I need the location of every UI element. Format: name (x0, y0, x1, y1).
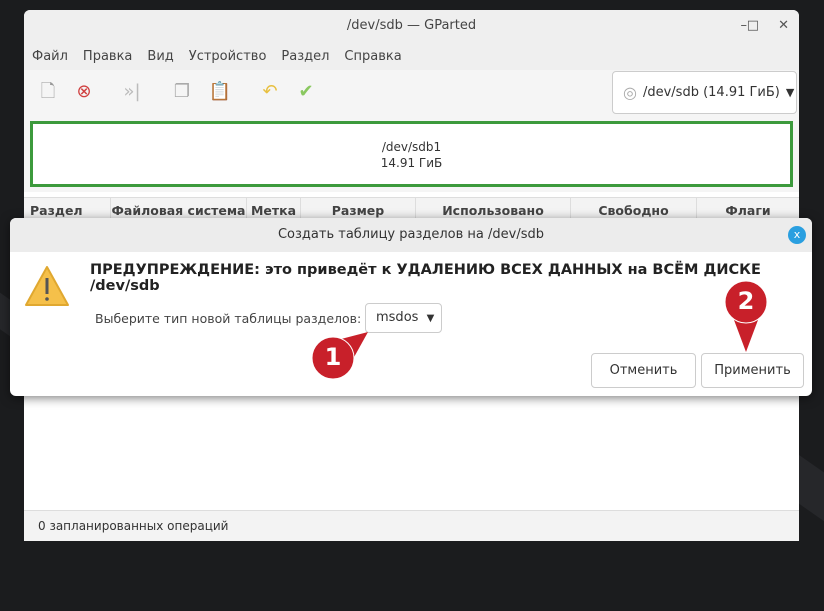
callout-layer (311, 280, 768, 380)
callout-1-number: 1 (324, 343, 342, 371)
callout-2-number: 2 (737, 287, 755, 315)
